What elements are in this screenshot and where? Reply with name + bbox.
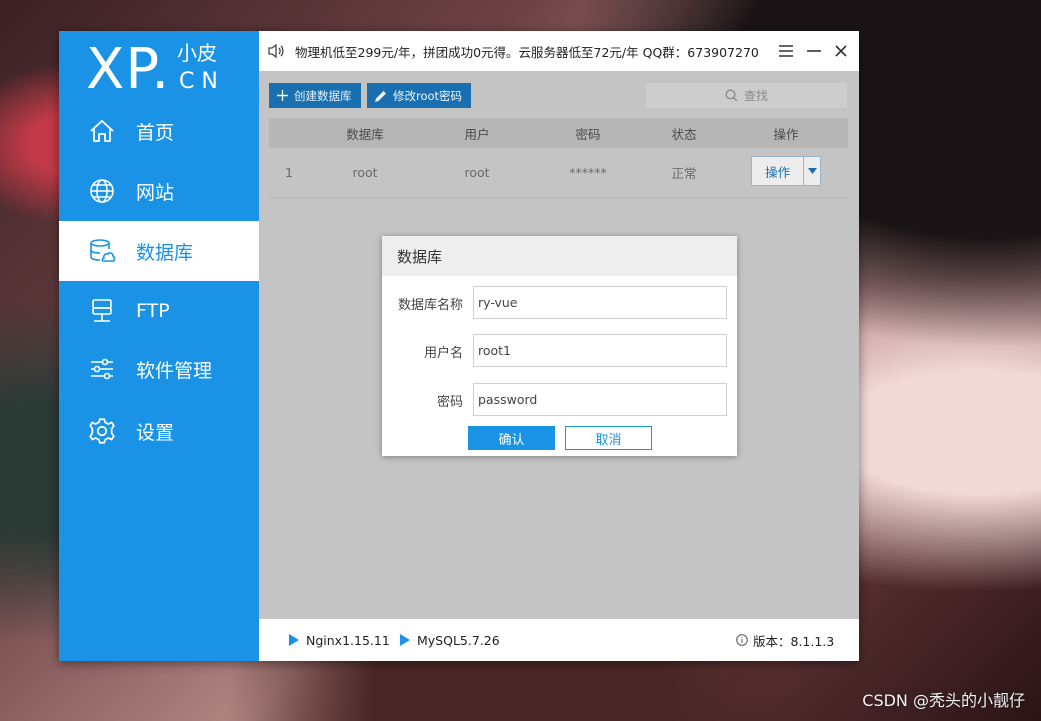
watermark-text: CSDN @秃头的小靓仔: [862, 691, 1025, 710]
column-header-action: 操作: [773, 126, 799, 142]
logo-top-text: 小皮: [177, 41, 217, 65]
minimize-icon[interactable]: [803, 40, 825, 62]
username-field[interactable]: [473, 334, 727, 367]
row-database: root: [352, 165, 378, 180]
username-label: 用户名: [423, 345, 463, 361]
plus-icon: [277, 90, 288, 101]
gear-icon: [86, 415, 118, 447]
search-placeholder: 查找: [743, 89, 768, 103]
version-info: 版本：8.1.1.3: [736, 619, 834, 661]
info-icon: [736, 634, 748, 646]
title-bar: 物理机低至299元/年，拼团成功0元得。云服务器低至72元/年 QQ群：6739…: [259, 31, 859, 71]
database-table: 数据库 用户 密码 状态 操作 1 root root ****** 正常 操作: [269, 118, 848, 198]
status-bar: Nginx1.15.11 MySQL5.7.26 版本：8.1.1.3: [259, 619, 859, 661]
sidebar-item-database[interactable]: 数据库: [59, 221, 259, 281]
create-database-button[interactable]: 创建数据库: [269, 83, 361, 108]
mysql-status[interactable]: MySQL5.7.26: [400, 619, 500, 661]
row-password: ******: [569, 165, 607, 180]
password-label: 密码: [436, 394, 463, 410]
confirm-button[interactable]: 确认: [468, 426, 555, 450]
database-name-field[interactable]: [473, 286, 727, 319]
version-label: 版本：8.1.1.3: [753, 633, 835, 649]
sidebar-item-label: 软件管理: [136, 359, 213, 382]
sidebar: XP. 小皮 CN 首页 网站 数据库 FTP 软件管理 设置: [59, 31, 259, 661]
sidebar-item-software[interactable]: 软件管理: [59, 339, 259, 399]
search-input[interactable]: 查找: [646, 83, 847, 108]
sidebar-item-label: FTP: [136, 300, 170, 322]
promo-notice[interactable]: 物理机低至299元/年，拼团成功0元得。云服务器低至72元/年 QQ群：6739…: [295, 42, 759, 61]
row-action-dropdown[interactable]: 操作: [751, 156, 821, 186]
create-database-label: 创建数据库: [294, 88, 352, 103]
search-icon: [725, 89, 738, 102]
database-icon: [86, 235, 118, 267]
cancel-button[interactable]: 取消: [565, 426, 652, 450]
nginx-status[interactable]: Nginx1.15.11: [289, 619, 390, 661]
row-action-label: 操作: [765, 164, 791, 180]
row-index: 1: [285, 165, 293, 180]
speaker-icon: [267, 41, 287, 61]
column-header-password: 密码: [575, 126, 601, 142]
mysql-label: MySQL5.7.26: [417, 632, 500, 648]
column-header-user: 用户: [464, 126, 490, 142]
database-name-label: 数据库名称: [397, 297, 463, 313]
sidebar-item-ftp[interactable]: FTP: [59, 281, 259, 341]
username-row: 用户名: [382, 334, 737, 368]
logo-xp-text: XP.: [86, 37, 171, 102]
table-header: 数据库 用户 密码 状态 操作: [269, 118, 848, 148]
password-field[interactable]: [473, 383, 727, 416]
sliders-icon: [86, 353, 118, 385]
column-header-database: 数据库: [346, 126, 384, 142]
sidebar-item-label: 设置: [136, 421, 175, 444]
password-row: 密码: [382, 383, 737, 417]
database-name-row: 数据库名称: [382, 286, 737, 320]
table-row: 1 root root ****** 正常 操作: [269, 148, 848, 198]
nginx-label: Nginx1.15.11: [306, 632, 390, 648]
dialog-title: 数据库: [382, 236, 737, 276]
sidebar-item-label: 首页: [136, 121, 175, 144]
app-window: XP. 小皮 CN 首页 网站 数据库 FTP 软件管理 设置 物理机低至299…: [59, 31, 859, 661]
sidebar-item-home[interactable]: 首页: [59, 101, 259, 161]
home-icon: [86, 115, 118, 147]
change-root-password-button[interactable]: 修改root密码: [367, 83, 472, 108]
main-panel: 物理机低至299元/年，拼团成功0元得。云服务器低至72元/年 QQ群：6739…: [259, 31, 859, 661]
close-icon[interactable]: [830, 40, 852, 62]
ftp-server-icon: [86, 295, 118, 327]
globe-icon: [86, 175, 118, 207]
pencil-icon: [375, 90, 387, 102]
sidebar-item-website[interactable]: 网站: [59, 161, 259, 221]
play-icon: [400, 634, 410, 646]
sidebar-item-label: 数据库: [136, 241, 194, 264]
sidebar-item-settings[interactable]: 设置: [59, 401, 259, 461]
sidebar-item-label: 网站: [136, 181, 175, 204]
change-root-password-label: 修改root密码: [393, 88, 463, 103]
column-header-status: 状态: [671, 126, 697, 142]
menu-icon[interactable]: [775, 40, 797, 62]
app-logo: XP. 小皮 CN: [86, 37, 256, 107]
row-user: root: [464, 165, 490, 180]
chevron-down-icon[interactable]: [803, 157, 820, 185]
database-dialog: 数据库 数据库名称 用户名 密码 确认 取消: [382, 236, 737, 456]
logo-bottom-text: CN: [179, 69, 225, 94]
row-status: 正常: [671, 166, 697, 181]
play-icon: [289, 634, 299, 646]
